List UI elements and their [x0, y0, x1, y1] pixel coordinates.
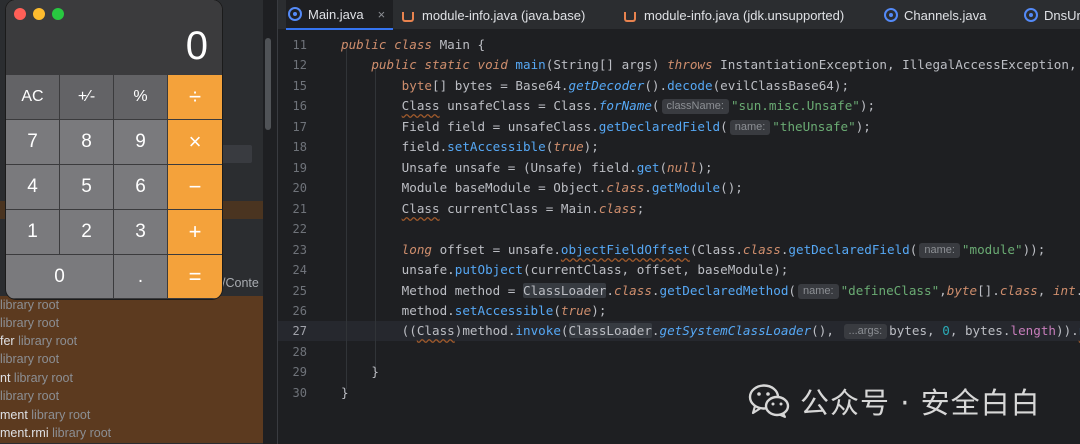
project-tree-row[interactable]: library root — [0, 350, 263, 369]
calc-key-percent[interactable]: % — [114, 75, 168, 120]
code-line: Unsafe unsafe = (Unsafe) field.get(null)… — [341, 160, 713, 175]
line-number: 24 — [292, 263, 307, 277]
parameter-hint: ...args: — [843, 324, 888, 339]
project-tree-row[interactable]: ment.rmi library root — [0, 424, 263, 443]
code-line: } — [341, 364, 379, 379]
line-number: 17 — [292, 120, 307, 134]
calc-key-add[interactable]: + — [168, 210, 222, 255]
tab-module-info-java-base[interactable]: module-info.java (java.base) — [402, 0, 585, 30]
calc-key-equals[interactable]: = — [168, 255, 222, 299]
calc-key-6[interactable]: 6 — [114, 165, 168, 210]
line-number: 12 — [292, 58, 307, 72]
line-number: 20 — [292, 181, 307, 195]
tab-channels-java[interactable]: Channels.java — [884, 0, 986, 30]
project-path-fragment: /Conte — [222, 276, 259, 290]
java-class-icon — [288, 7, 302, 21]
line-number: 23 — [292, 243, 307, 257]
zoom-window-button[interactable] — [52, 8, 64, 20]
code-line: ((Class)method.invoke(ClassLoader.getSys… — [341, 323, 1080, 339]
calculator-window[interactable]: 0 AC +∕- % ÷ 7 8 9 × 4 5 6 − 1 2 3 + 0 .… — [6, 0, 222, 299]
tab-label: Main.java — [308, 6, 364, 22]
code-line: public class Main { — [341, 37, 486, 52]
calc-key-subtract[interactable]: − — [168, 165, 222, 210]
code-line: byte[] bytes = Base64.getDecoder().decod… — [401, 78, 850, 93]
project-tree-row[interactable]: fer library root — [0, 332, 263, 351]
code-line: } — [341, 385, 349, 400]
calc-key-2[interactable]: 2 — [60, 210, 114, 255]
java-class-icon — [1024, 8, 1038, 22]
tab-label: Channels.java — [904, 7, 987, 23]
calc-key-3[interactable]: 3 — [114, 210, 168, 255]
calc-key-0[interactable]: 0 — [6, 255, 114, 299]
line-number: 30 — [292, 386, 307, 400]
line-number: 26 — [292, 304, 307, 318]
java-class-icon — [884, 8, 898, 22]
tab-label: module-info.java (jdk.unsupported) — [644, 7, 845, 23]
tab-label: DnsUr — [1044, 7, 1080, 23]
project-tree-row[interactable]: library root — [0, 314, 263, 333]
code-line: Class currentClass = Main.class; — [401, 201, 645, 216]
parameter-hint: className: — [661, 99, 729, 114]
code-line: Class unsafeClass = Class.forName(classN… — [401, 98, 876, 114]
code-line: long offset = unsafe.objectFieldOffset(C… — [401, 242, 1046, 258]
editor-tab-bar: Main.java × module-info.java (java.base)… — [278, 0, 1080, 30]
line-number: 27 — [292, 324, 307, 338]
calc-key-4[interactable]: 4 — [6, 165, 60, 210]
calc-key-decimal[interactable]: . — [114, 255, 168, 299]
calc-key-clear[interactable]: AC — [6, 75, 60, 120]
parameter-hint: name: — [798, 284, 839, 299]
close-window-button[interactable] — [14, 8, 26, 20]
tab-main-java[interactable]: Main.java × — [286, 0, 394, 30]
code-line: Method method = ClassLoader.class.getDec… — [341, 283, 1080, 299]
calc-key-9[interactable]: 9 — [114, 120, 168, 165]
code-line: Module baseModule = Object.class.getModu… — [341, 180, 743, 195]
tab-dnsurl[interactable]: DnsUr — [1024, 0, 1080, 30]
calc-key-divide[interactable]: ÷ — [168, 75, 222, 120]
line-number: 16 — [292, 99, 307, 113]
code-line: field.setAccessible(true); — [341, 139, 599, 154]
calc-key-negate[interactable]: +∕- — [60, 75, 114, 120]
calculator-display-area: 0 — [6, 0, 222, 75]
java-module-icon — [624, 11, 636, 22]
java-module-icon — [402, 11, 414, 22]
project-tree-row[interactable]: ment library root — [0, 406, 263, 425]
minimize-window-button[interactable] — [33, 8, 45, 20]
calc-key-8[interactable]: 8 — [60, 120, 114, 165]
parameter-hint: name: — [919, 243, 960, 258]
wechat-watermark: 公众号 · 安全白白 — [748, 376, 1041, 426]
project-tree-row[interactable]: nt library root — [0, 369, 263, 388]
line-number: 19 — [292, 161, 307, 175]
string-literal: "defineClass" — [840, 283, 940, 298]
calc-key-1[interactable]: 1 — [6, 210, 60, 255]
tab-module-info-jdk-unsupported[interactable]: module-info.java (jdk.unsupported) — [624, 0, 844, 30]
string-literal: "module" — [961, 242, 1023, 257]
code-line: public static void main(String[] args) t… — [371, 57, 1080, 72]
line-number: 11 — [292, 38, 307, 52]
line-number: 29 — [292, 365, 307, 379]
line-number: 28 — [292, 345, 307, 359]
line-number: 21 — [292, 202, 307, 216]
calculator-display: 0 — [185, 24, 208, 68]
line-number: 25 — [292, 284, 307, 298]
code-line: method.setAccessible(true); — [341, 303, 607, 318]
project-scrollbar[interactable] — [265, 38, 271, 130]
calc-key-multiply[interactable]: × — [168, 120, 222, 165]
tab-label: module-info.java (java.base) — [422, 7, 586, 23]
calc-key-5[interactable]: 5 — [60, 165, 114, 210]
parameter-hint: name: — [729, 120, 771, 135]
line-number: 18 — [292, 140, 307, 154]
calc-key-7[interactable]: 7 — [6, 120, 60, 165]
string-literal: "sun.misc.Unsafe" — [730, 98, 860, 113]
project-tree-row[interactable]: library root — [0, 387, 263, 406]
string-literal: "theUnsafe" — [772, 119, 856, 134]
code-line: unsafe.putObject(currentClass, offset, b… — [341, 262, 789, 277]
watermark-text: 公众号 · 安全白白 — [800, 386, 1041, 420]
line-number: 15 — [292, 79, 307, 93]
line-number: 22 — [292, 222, 307, 236]
wechat-icon — [748, 384, 790, 418]
code-line: Field field = unsafeClass.getDeclaredFie… — [341, 119, 871, 135]
close-icon[interactable]: × — [378, 7, 386, 22]
